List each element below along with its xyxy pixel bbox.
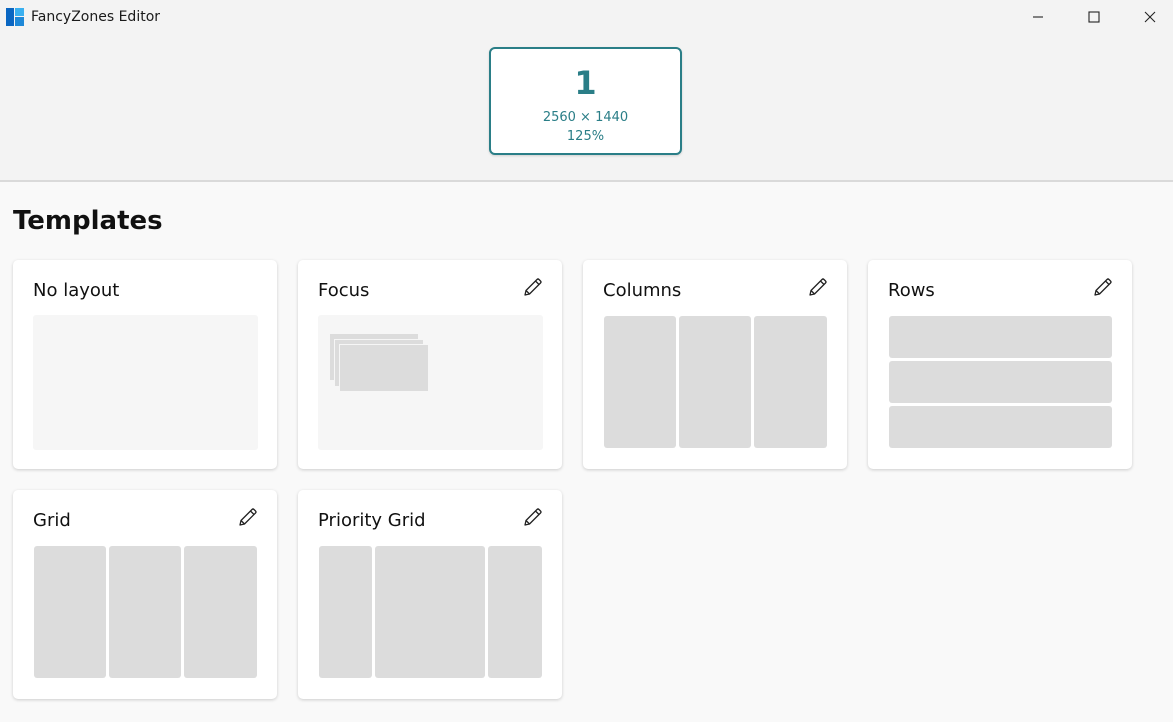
template-card-priority-grid[interactable]: Priority Grid	[298, 490, 562, 699]
templates-heading: Templates	[13, 206, 163, 236]
close-button[interactable]	[1122, 0, 1173, 34]
pencil-icon[interactable]	[522, 506, 544, 528]
layout-preview	[318, 315, 543, 450]
template-card-grid[interactable]: Grid	[13, 490, 277, 699]
pencil-icon[interactable]	[237, 506, 259, 528]
minimize-button[interactable]	[1010, 0, 1066, 34]
zone	[488, 546, 542, 678]
zone	[375, 546, 485, 678]
template-card-rows[interactable]: Rows	[868, 260, 1132, 469]
template-card-focus[interactable]: Focus	[298, 260, 562, 469]
layout-preview	[318, 545, 543, 680]
monitor-scale: 125%	[566, 129, 605, 144]
pencil-icon[interactable]	[807, 276, 829, 298]
monitor-number: 1	[574, 64, 597, 102]
zone	[339, 344, 429, 392]
zone	[754, 316, 827, 448]
fancyzones-editor-window: FancyZones Editor 1 2560 × 1440 125% Tem…	[0, 0, 1173, 722]
zone	[889, 316, 1112, 358]
layout-preview	[603, 315, 828, 450]
zone	[109, 546, 181, 678]
monitor-selector-area: FancyZones Editor 1 2560 × 1440 125%	[0, 0, 1173, 182]
template-title: Focus	[318, 280, 370, 301]
pencil-icon[interactable]	[1092, 276, 1114, 298]
zone	[319, 546, 372, 678]
template-card-columns[interactable]: Columns	[583, 260, 847, 469]
template-card-no-layout[interactable]: No layout	[13, 260, 277, 469]
template-title: Priority Grid	[318, 510, 426, 531]
minimize-icon	[1033, 16, 1043, 18]
template-title: No layout	[33, 280, 120, 301]
zone	[679, 316, 751, 448]
zone	[889, 406, 1112, 448]
title-bar[interactable]: FancyZones Editor	[0, 0, 1173, 34]
maximize-icon	[1088, 11, 1100, 23]
monitor-1-button[interactable]: 1 2560 × 1440 125%	[489, 47, 682, 155]
template-title: Columns	[603, 280, 682, 301]
layout-preview	[33, 545, 258, 680]
layout-preview	[33, 315, 258, 450]
zone	[34, 546, 106, 678]
monitor-resolution: 2560 × 1440	[542, 110, 629, 125]
layout-preview	[888, 315, 1113, 450]
zone	[184, 546, 257, 678]
template-title: Rows	[888, 280, 935, 301]
close-icon	[1144, 11, 1156, 23]
pencil-icon[interactable]	[522, 276, 544, 298]
fancyzones-app-icon	[6, 8, 24, 26]
template-title: Grid	[33, 510, 71, 531]
zone	[604, 316, 676, 448]
window-title: FancyZones Editor	[31, 9, 161, 25]
zone	[889, 361, 1112, 403]
maximize-button[interactable]	[1066, 0, 1122, 34]
